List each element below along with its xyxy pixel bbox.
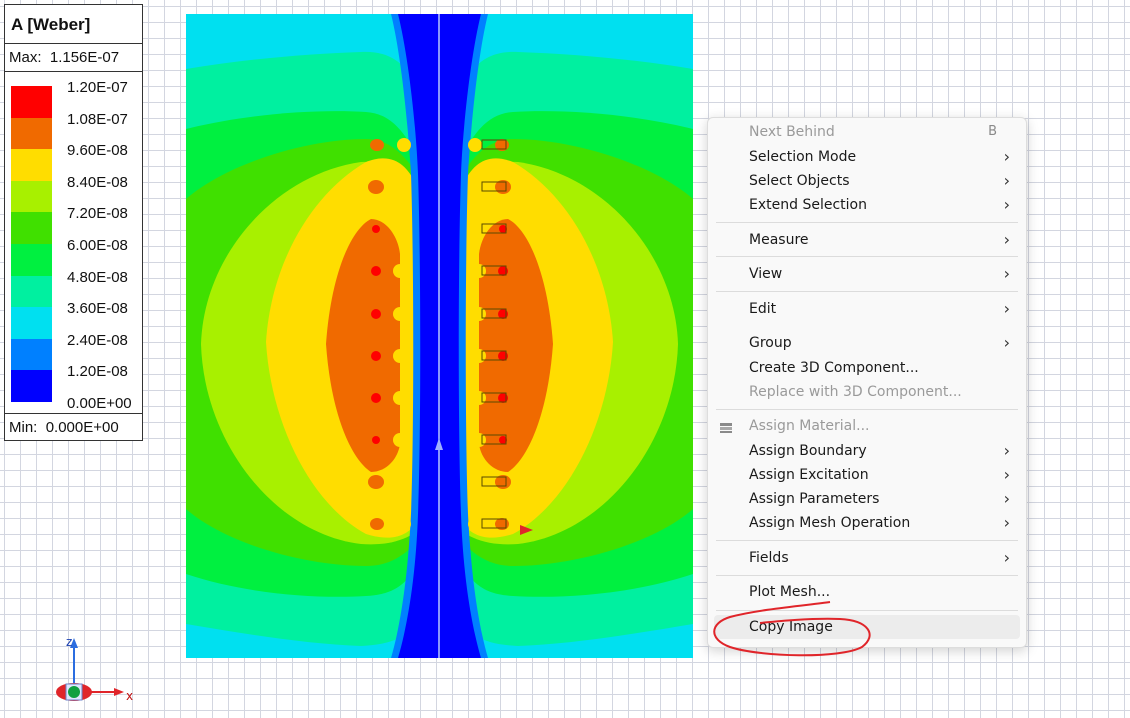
menu-item-label: Fields — [749, 550, 789, 566]
chevron-right-icon: › — [1003, 489, 1010, 508]
legend-max-value: 1.156E-07 — [49, 49, 120, 66]
legend-swatch — [11, 117, 52, 150]
legend-tick-label: 9.60E-08 — [67, 142, 128, 160]
chevron-right-icon: › — [1003, 171, 1010, 190]
legend-max-label: Max: — [9, 49, 42, 66]
menu-item-label: Select Objects — [749, 173, 850, 189]
legend-tick-label: 2.40E-08 — [67, 331, 128, 349]
chevron-right-icon: › — [1003, 264, 1010, 283]
menu-separator — [716, 610, 1018, 611]
menu-item-assign-boundary[interactable]: Assign Boundary › — [708, 439, 1026, 463]
menu-item-assign-mesh-operation[interactable]: Assign Mesh Operation › — [708, 511, 1026, 535]
x-axis-label: x — [126, 689, 133, 703]
menu-shortcut: B — [988, 124, 997, 139]
menu-separator — [716, 256, 1018, 257]
legend-tick-label: 0.00E+00 — [67, 395, 132, 412]
menu-item-label: Assign Parameters — [749, 491, 880, 507]
chevron-right-icon: › — [1003, 147, 1010, 166]
legend-tick-label: 6.00E-08 — [67, 237, 128, 254]
menu-item-label: Replace with 3D Component... — [749, 384, 962, 400]
legend-tick-label: 8.40E-08 — [67, 173, 128, 191]
chevron-right-icon: › — [1003, 333, 1010, 352]
chevron-right-icon: › — [1003, 465, 1010, 484]
menu-item-replace-with-3d-component[interactable]: Replace with 3D Component... — [708, 380, 1026, 404]
menu-item-group[interactable]: Group › — [708, 331, 1026, 355]
menu-item-label: Assign Excitation — [749, 467, 869, 483]
menu-item-measure[interactable]: Measure › — [708, 228, 1026, 252]
legend-swatch — [11, 275, 52, 308]
legend-min: Min: 0.000E+00 — [5, 413, 142, 440]
menu-item-next-behind[interactable]: Next Behind B — [708, 120, 1026, 144]
legend-title: A [Weber] — [5, 5, 142, 44]
menu-item-label: Create 3D Component... — [749, 360, 919, 376]
menu-item-label: Assign Mesh Operation — [749, 515, 911, 531]
menu-item-assign-material[interactable]: Assign Material... — [708, 414, 1026, 438]
axis-triad: z x — [56, 635, 133, 703]
menu-item-label: Extend Selection — [749, 197, 867, 213]
menu-item-label: Edit — [749, 301, 777, 317]
legend-swatch — [11, 149, 52, 182]
menu-item-label: View — [749, 266, 783, 282]
menu-separator — [716, 291, 1018, 292]
menu-item-fields[interactable]: Fields › — [708, 546, 1026, 570]
legend-swatch — [11, 180, 52, 213]
chevron-right-icon: › — [1003, 513, 1010, 532]
context-menu[interactable]: Next Behind B Selection Mode › Select Object… — [707, 117, 1027, 648]
legend-swatch — [11, 212, 52, 245]
menu-separator — [716, 222, 1018, 223]
menu-item-select-objects[interactable]: Select Objects › — [708, 169, 1026, 193]
menu-item-create-3d-component[interactable]: Create 3D Component... — [708, 356, 1026, 380]
legend-max: Max: 1.156E-07 — [5, 44, 142, 72]
menu-item-label: Plot Mesh... — [749, 584, 831, 600]
menu-item-selection-mode[interactable]: Selection Mode › — [708, 145, 1026, 169]
legend-tick-label: 3.60E-08 — [67, 300, 128, 318]
menu-separator — [716, 540, 1018, 541]
menu-item-label: Next Behind — [749, 124, 835, 140]
legend-tick-label: 1.20E-08 — [67, 363, 128, 381]
menu-item-label: Copy Image — [749, 619, 833, 635]
legend-swatch — [11, 86, 52, 118]
field-plot[interactable] — [186, 14, 693, 658]
menu-item-plot-mesh[interactable]: Plot Mesh... — [708, 580, 1026, 604]
menu-item-label: Assign Material... — [749, 418, 870, 434]
menu-item-assign-parameters[interactable]: Assign Parameters › — [708, 487, 1026, 511]
legend-swatch — [11, 370, 52, 403]
menu-item-edit[interactable]: Edit › — [708, 297, 1026, 321]
menu-separator — [716, 575, 1018, 576]
menu-item-label: Selection Mode — [749, 149, 857, 165]
menu-item-extend-selection[interactable]: Extend Selection › — [708, 193, 1026, 217]
menu-item-label: Measure — [749, 232, 809, 248]
menu-separator — [716, 409, 1018, 410]
menu-item-label: Group — [749, 335, 792, 351]
legend-tick-label: 1.08E-07 — [67, 110, 128, 128]
legend-min-label: Min: — [9, 419, 38, 436]
menu-item-copy-image[interactable]: Copy Image — [714, 615, 1020, 639]
menu-item-assign-excitation[interactable]: Assign Excitation › — [708, 463, 1026, 487]
field-legend: A [Weber] Max: 1.156E-07 1.20E-07 1.08E-0… — [4, 4, 143, 441]
legend-tick-label: 7.20E-08 — [67, 205, 128, 223]
legend-tick-label: 4.80E-08 — [67, 268, 128, 286]
chevron-right-icon: › — [1003, 230, 1010, 249]
z-axis-label: z — [66, 635, 72, 649]
chevron-right-icon: › — [1003, 195, 1010, 214]
menu-item-view[interactable]: View › — [708, 262, 1026, 286]
legend-swatch — [11, 307, 52, 340]
legend-swatch — [11, 244, 52, 276]
menu-item-label: Assign Boundary — [749, 443, 867, 459]
legend-swatch — [11, 338, 52, 371]
legend-color-scale: 1.20E-07 1.08E-07 9.60E-08 8.40E-08 7.20E-08… — [5, 73, 142, 414]
legend-tick-label: 1.20E-07 — [67, 79, 128, 96]
chevron-right-icon: › — [1003, 548, 1010, 567]
chevron-right-icon: › — [1003, 299, 1010, 318]
chevron-right-icon: › — [1003, 441, 1010, 460]
legend-min-value: 0.000E+00 — [45, 419, 119, 436]
